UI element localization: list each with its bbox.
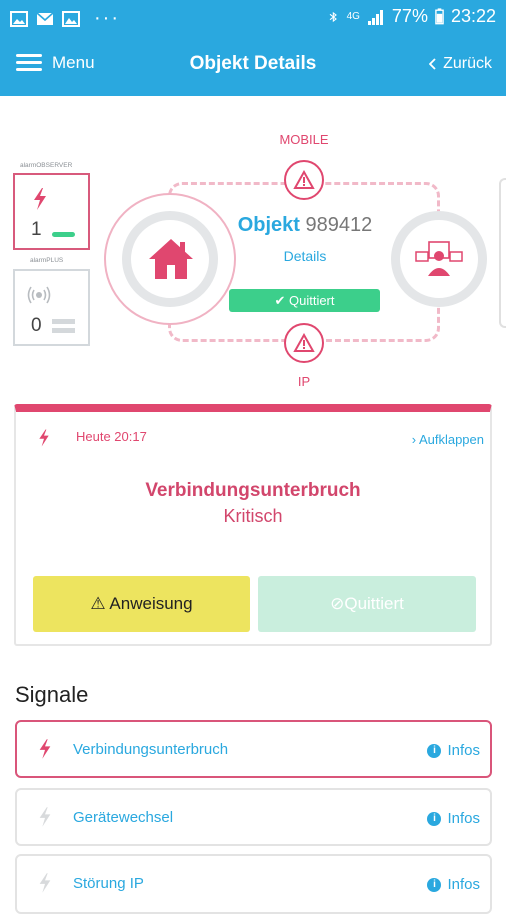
signal-row[interactable]: Verbindungsunterbruch i Infos bbox=[15, 720, 492, 778]
signal-name: Gerätewechsel bbox=[73, 809, 174, 826]
lightning-icon bbox=[39, 807, 51, 827]
expand-link[interactable]: › Aufklappen bbox=[412, 432, 484, 447]
broadcast-icon bbox=[27, 286, 51, 304]
clock: 23:22 bbox=[450, 6, 496, 26]
object-number: 989412 bbox=[305, 214, 373, 236]
signal-icon bbox=[367, 9, 383, 25]
notification-icons: ··· bbox=[10, 7, 120, 30]
signal-name: Störung IP bbox=[73, 875, 144, 892]
alarm-card: Heute 20:17 › Aufklappen Verbindungsunte… bbox=[14, 404, 492, 646]
house-icon bbox=[149, 239, 193, 279]
battery-icon bbox=[435, 8, 444, 25]
count-bars-icon bbox=[52, 319, 75, 333]
ip-label: IP bbox=[297, 374, 311, 389]
expand-label: Aufklappen bbox=[418, 432, 484, 447]
acknowledge-button[interactable]: ⊘Quittiert bbox=[258, 576, 476, 632]
info-link[interactable]: i Infos bbox=[427, 742, 480, 759]
bluetooth-icon bbox=[329, 11, 337, 22]
info-link[interactable]: i Infos bbox=[427, 810, 480, 827]
status-badge: ✔ Quittiert bbox=[229, 289, 380, 312]
status-bar-indicator bbox=[52, 232, 75, 237]
chevron-right-icon: › bbox=[411, 432, 417, 447]
plus-label: alarmPLUS bbox=[30, 257, 64, 264]
info-link[interactable]: i Infos bbox=[427, 876, 480, 893]
mobile-label: MOBILE bbox=[279, 132, 329, 147]
observer-device-card[interactable]: 1 bbox=[13, 173, 90, 250]
signal-name: Verbindungsunterbruch bbox=[73, 741, 229, 758]
network-type: 4G bbox=[346, 11, 360, 22]
details-link[interactable]: Details bbox=[200, 248, 410, 264]
image-icon bbox=[10, 10, 28, 27]
warning-icon bbox=[293, 333, 315, 352]
observer-count: 1 bbox=[31, 219, 42, 240]
object-title: Objekt 989412 bbox=[200, 214, 410, 237]
side-scroll-hint bbox=[499, 178, 506, 328]
more-notifications-icon: ··· bbox=[94, 7, 120, 29]
back-button[interactable]: Zurück bbox=[429, 55, 492, 73]
info-icon: i bbox=[427, 811, 442, 826]
plus-count: 0 bbox=[31, 315, 42, 336]
info-label: Infos bbox=[447, 810, 480, 827]
signal-row[interactable]: Gerätewechsel i Infos bbox=[15, 788, 492, 846]
alarm-severity: Kritisch bbox=[223, 506, 283, 526]
alarm-title: Verbindungsunterbruch bbox=[145, 480, 361, 501]
lightning-icon bbox=[39, 429, 49, 447]
app-bar: Menu Objekt Details Zurück bbox=[0, 35, 506, 96]
people-monitor-icon bbox=[415, 241, 463, 276]
back-label: Zurück bbox=[443, 55, 492, 72]
lightning-icon bbox=[39, 873, 51, 893]
plus-device-card[interactable]: 0 bbox=[13, 269, 90, 346]
battery-level: 77% bbox=[391, 6, 428, 26]
info-icon: i bbox=[427, 877, 442, 892]
info-label: Infos bbox=[447, 876, 480, 893]
object-title-prefix: Objekt bbox=[237, 214, 300, 236]
instruction-button[interactable]: ⚠ Anweisung bbox=[33, 576, 250, 632]
warning-icon bbox=[293, 170, 315, 189]
info-icon: i bbox=[427, 743, 442, 758]
gallery-icon bbox=[62, 10, 80, 27]
mail-icon bbox=[36, 11, 54, 25]
lightning-icon bbox=[34, 188, 46, 210]
signal-row[interactable]: Störung IP i Infos bbox=[15, 854, 492, 914]
info-label: Infos bbox=[447, 742, 480, 759]
signals-heading: Signale bbox=[15, 682, 89, 707]
alarm-time: Heute 20:17 bbox=[76, 429, 147, 444]
chevron-left-icon bbox=[429, 58, 436, 70]
lightning-icon bbox=[39, 739, 51, 759]
status-bar: ··· 4G 77% 23:22 bbox=[0, 0, 506, 35]
observer-label: alarmOBSERVER bbox=[20, 162, 73, 169]
mobile-warning[interactable] bbox=[284, 160, 324, 200]
ip-warning[interactable] bbox=[284, 323, 324, 363]
